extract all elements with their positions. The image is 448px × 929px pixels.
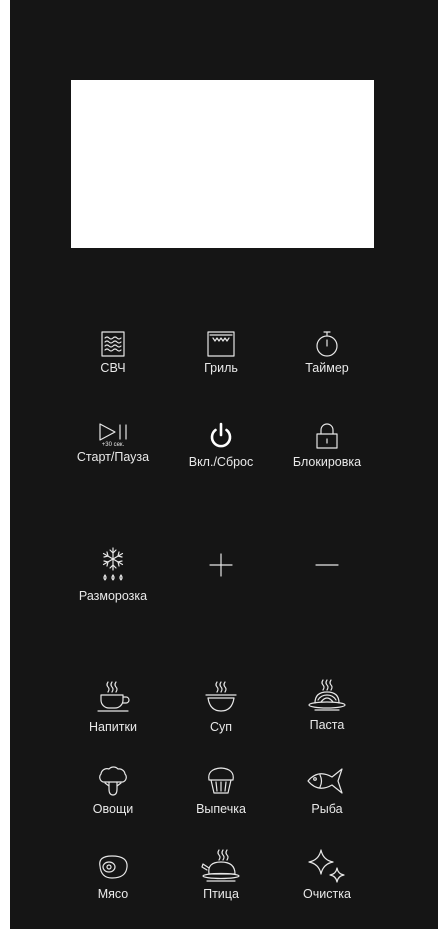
defrost-label: Разморозка (78, 589, 148, 603)
program-baking[interactable]: Выпечка (166, 765, 276, 829)
timer-label: Таймер (305, 361, 349, 375)
play-pause-icon (98, 423, 128, 441)
baking-label: Выпечка (196, 802, 246, 816)
cleaning-label: Очистка (303, 887, 351, 901)
program-fish[interactable]: Рыба (272, 765, 382, 829)
fish-label: Рыба (311, 802, 343, 816)
grill-label: Гриль (204, 361, 238, 375)
muffin-icon (204, 765, 238, 797)
power-reset-label: Вкл./Сброс (188, 455, 254, 469)
program-poultry[interactable]: Птица (166, 848, 276, 912)
program-drinks[interactable]: Напитки (58, 680, 168, 744)
program-cleaning[interactable]: Очистка (272, 848, 382, 912)
sparkle-icon (307, 848, 347, 884)
fish-icon (306, 765, 348, 797)
timer-button[interactable]: Таймер (272, 331, 382, 395)
control-panel: СВЧ Гриль Таймер +30 сек. Старт/Пауза Вк… (10, 0, 438, 929)
poultry-label: Птица (203, 887, 239, 901)
minus-button[interactable] (272, 552, 382, 616)
lock-button[interactable]: Блокировка (272, 422, 382, 486)
stopwatch-icon (315, 331, 339, 357)
program-meat[interactable]: Мясо (58, 852, 168, 916)
minus-icon (314, 552, 340, 578)
vegetables-label: Овощи (92, 802, 134, 816)
defrost-button[interactable]: Разморозка (58, 547, 168, 611)
start-pause-button[interactable]: +30 сек. Старт/Пауза (58, 423, 168, 487)
power-icon (208, 422, 234, 450)
meat-label: Мясо (97, 887, 129, 901)
plus-icon (208, 552, 234, 578)
power-reset-button[interactable]: Вкл./Сброс (166, 422, 276, 486)
soup-label: Суп (209, 720, 233, 734)
cup-icon (96, 680, 130, 714)
program-pasta[interactable]: Паста (272, 678, 382, 742)
program-soup[interactable]: Суп (166, 680, 276, 744)
drinks-label: Напитки (89, 720, 137, 734)
microwave-waves-icon (101, 331, 125, 357)
grill-icon (207, 331, 235, 357)
display-screen (71, 80, 374, 248)
steak-icon (96, 852, 130, 882)
pasta-plate-icon (307, 678, 347, 714)
grill-button[interactable]: Гриль (166, 331, 276, 395)
padlock-icon (315, 422, 339, 450)
microwave-button[interactable]: СВЧ (58, 331, 168, 395)
start-pause-subtext: +30 сек. (101, 442, 125, 448)
microwave-label: СВЧ (100, 361, 126, 375)
start-pause-label: Старт/Пауза (76, 450, 150, 464)
lock-label: Блокировка (292, 455, 362, 469)
snowflake-drops-icon (101, 547, 125, 583)
plus-button[interactable] (166, 552, 276, 616)
program-vegetables[interactable]: Овощи (58, 765, 168, 829)
roast-chicken-icon (199, 848, 243, 884)
soup-bowl-icon (204, 680, 238, 714)
broccoli-icon (96, 765, 130, 797)
pasta-label: Паста (309, 718, 345, 732)
